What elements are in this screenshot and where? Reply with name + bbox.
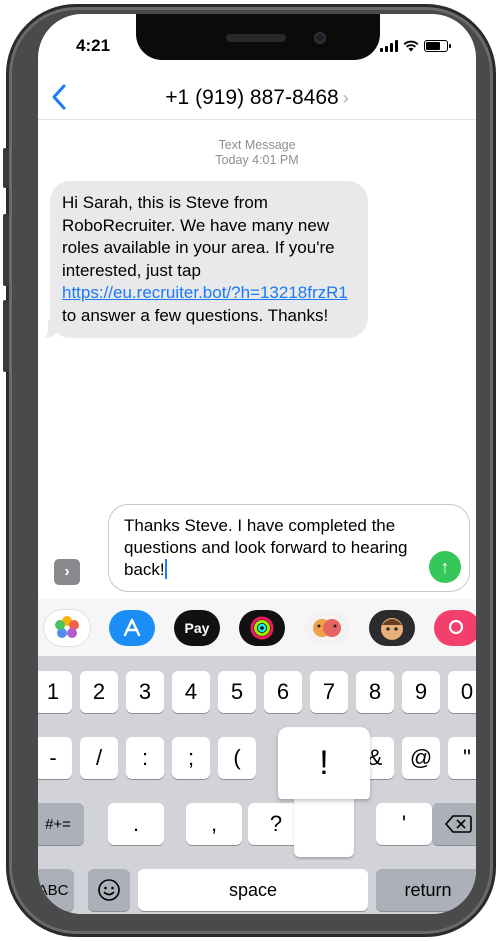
key-2[interactable]: 2 [80,671,118,713]
volume-down-button [3,300,9,372]
key-9[interactable]: 9 [402,671,440,713]
memoji-face-icon [381,618,403,640]
imessage-app-strip: Pay [38,599,476,657]
conversation-header: +1 (919) 887-8468 › [38,74,476,120]
key-1[interactable]: 1 [38,671,72,713]
arrow-up-icon: ↑ [440,557,450,577]
chevron-right-icon: › [64,563,70,580]
key-symbol[interactable]: / [80,737,118,779]
wifi-icon [403,40,419,52]
memoji-stickers-icon[interactable] [304,610,350,646]
app-store-a-icon [123,618,141,637]
key-preview-popup: ! [278,727,370,799]
key-4[interactable]: 4 [172,671,210,713]
volume-up-button [3,214,9,286]
key-8[interactable]: 8 [356,671,394,713]
key-symbol[interactable]: ; [172,737,210,779]
image-search-icon[interactable] [434,610,476,646]
contact-number[interactable]: +1 (919) 887-8468 [165,86,338,109]
key-3[interactable]: 3 [126,671,164,713]
apple-pay-label: Pay [184,620,210,636]
incoming-message-bubble: Hi Sarah, this is Steve from RoboRecruit… [50,181,368,338]
key-symbol[interactable]: - [38,737,72,779]
speaker-grille [226,34,286,42]
magnifier-icon [448,619,464,635]
apps-expand-button[interactable]: › [54,559,80,585]
chevron-right-icon[interactable]: › [343,88,349,108]
mute-switch [3,148,9,188]
space-key[interactable]: space [138,869,368,911]
abc-key[interactable]: ABC [38,869,74,911]
memoji-faces-icon [313,619,341,637]
message-type-label: Text Message [218,138,296,152]
emoji-key[interactable] [88,869,130,911]
status-time: 4:21 [76,36,111,55]
delete-key[interactable] [432,803,476,845]
phone-screen: 4:21 +1 (919) 887-8468 › Text Message Tod… [38,14,476,914]
key-more-symbols[interactable]: #+= [38,803,84,845]
send-button[interactable]: ↑ [429,551,461,583]
key-popup-stem [294,795,354,857]
key-punctuation[interactable]: . [108,803,164,845]
activity-rings-icon [250,616,274,640]
status-icons [380,40,451,52]
incoming-text-end: to answer a few questions. Thanks! [62,305,329,325]
message-link[interactable]: https://eu.recruiter.bot/?h=13218frzR1 [62,283,348,302]
key-5[interactable]: 5 [218,671,256,713]
app-store-icon[interactable] [109,610,155,646]
front-camera [314,32,326,44]
key-punctuation[interactable]: , [186,803,242,845]
key-symbol[interactable]: " [448,737,476,779]
battery-icon [424,40,451,52]
message-time-label: Today 4:01 PM [215,153,299,167]
message-input[interactable]: Thanks Steve. I have completed the quest… [108,504,470,592]
photos-app-icon[interactable] [44,610,90,646]
key-symbol[interactable]: ( [218,737,256,779]
animoji-icon[interactable] [369,610,415,646]
message-timestamp: Text Message Today 4:01 PM [38,138,476,168]
emoji-icon [98,879,120,901]
key-6[interactable]: 6 [264,671,302,713]
text-cursor [164,559,167,579]
key-0[interactable]: 0 [448,671,476,713]
notch [136,14,380,60]
apple-pay-icon[interactable]: Pay [174,610,220,646]
key-symbol[interactable]: @ [402,737,440,779]
activity-app-icon[interactable] [239,610,285,646]
key-symbol[interactable]: : [126,737,164,779]
photos-flower-icon [55,616,79,638]
cell-signal-icon [380,40,398,52]
contact-title[interactable]: +1 (919) 887-8468 › [38,86,476,110]
delete-backspace-icon [444,815,472,833]
return-key[interactable]: return [376,869,476,911]
key-7[interactable]: 7 [310,671,348,713]
keyboard: Pay 1 2 3 4 5 6 7 8 9 0 - /: ; (& @ " … [38,599,476,914]
incoming-text-start: Hi Sarah, this is Steve from RoboRecruit… [62,193,335,280]
key-punctuation[interactable]: ' [376,803,432,845]
